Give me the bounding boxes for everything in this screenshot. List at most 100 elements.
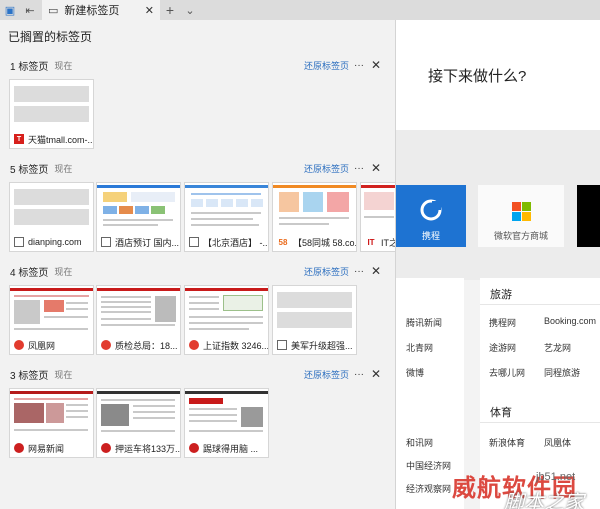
thumbnail-image	[97, 389, 180, 438]
more-options-icon[interactable]: ···	[354, 60, 364, 71]
link[interactable]: 微博	[406, 366, 424, 379]
link[interactable]: 腾讯新闻	[406, 316, 442, 329]
panel-title: 已搁置的标签页	[8, 30, 93, 44]
tab-thumbnail[interactable]: 美军升级超强...	[272, 285, 357, 355]
tab-thumbnail[interactable]: 58 【58同城 58.co...	[272, 182, 357, 252]
tab-title: 新建标签页	[64, 5, 120, 17]
tab-thumbnail[interactable]: dianping.com	[9, 182, 94, 252]
thumbnail-image	[185, 389, 268, 438]
thumbnail-image	[185, 286, 268, 335]
ifeng-icon	[14, 340, 24, 350]
tab-thumbnail[interactable]: 酒店预订 国内...	[96, 182, 181, 252]
thumbnail-caption: 58 【58同城 58.co...	[273, 233, 356, 251]
watermark-url: jb51.net	[536, 471, 576, 483]
microsoft-logo-icon	[511, 202, 531, 221]
tab-thumbnail[interactable]: 网易新闻	[9, 388, 94, 458]
link[interactable]: 北青网	[406, 341, 433, 354]
ifeng-icon	[189, 340, 199, 350]
ifeng-icon	[101, 340, 111, 350]
thumbnail-caption: 凤凰网	[10, 336, 93, 354]
thumbnail-image	[273, 183, 356, 232]
restore-tabs-link[interactable]: 还原标签页	[304, 265, 349, 278]
tab-title: 天猫tmall.com-...	[28, 134, 93, 145]
ithome-icon: IT	[365, 237, 377, 247]
link[interactable]: 去哪儿网	[489, 366, 525, 379]
link[interactable]: 途游网	[489, 341, 516, 354]
page-icon	[14, 237, 24, 247]
tile-microsoft-store[interactable]: 微软官方商城	[478, 185, 564, 247]
thumbnail-caption: 美军升级超强...	[273, 336, 356, 354]
more-options-icon[interactable]: ···	[354, 163, 364, 174]
thumbnail-caption: 押运车将133万...	[97, 439, 180, 457]
tab-thumbnail[interactable]: 【北京酒店】 -...	[184, 182, 269, 252]
tab-title: 【北京酒店】 -...	[203, 237, 268, 248]
tab-thumbnail[interactable]: T 天猫tmall.com-...	[9, 79, 94, 149]
tab-title: dianping.com	[28, 237, 82, 247]
thumbnail-image	[185, 183, 268, 232]
close-icon[interactable]: ✕	[371, 264, 381, 278]
link[interactable]: 同程旅游	[544, 366, 580, 379]
close-icon[interactable]: ✕	[371, 58, 381, 72]
tab-list-chevron-down-icon[interactable]: ⌄	[180, 0, 200, 20]
tabs-aside-icon[interactable]: ▣	[0, 0, 20, 20]
link[interactable]: Booking.com	[544, 316, 596, 326]
restore-tabs-link[interactable]: 还原标签页	[304, 368, 349, 381]
thumbnail-image	[10, 80, 93, 129]
tab-title: 踢球得用脑 ...	[203, 443, 259, 454]
new-tab-page: 接下来做什么? 携程 微软官方商城 腾讯新闻 北青网 微博 旅游 携程网 Boo…	[396, 20, 600, 509]
restore-tabs-link[interactable]: 还原标签页	[304, 59, 349, 72]
divider	[480, 304, 600, 305]
tab-title: 美军升级超强...	[291, 340, 353, 351]
link[interactable]: 和讯网	[406, 436, 433, 449]
tab-title: 网易新闻	[28, 443, 65, 454]
tile-label: 微软官方商城	[493, 231, 548, 241]
tab-thumbnail[interactable]: 踢球得用脑 ...	[184, 388, 269, 458]
tab-thumbnail[interactable]: IT IT之家	[360, 182, 395, 252]
tile-dark[interactable]	[577, 185, 600, 247]
tab-close-icon[interactable]: ✕	[145, 4, 154, 17]
link[interactable]: 经济观察网	[406, 482, 451, 495]
link[interactable]: 携程网	[489, 316, 516, 329]
ctrip-logo-icon	[420, 199, 442, 221]
more-options-icon[interactable]: ···	[354, 369, 364, 380]
tile-label: 携程	[421, 231, 440, 241]
restore-tabs-link[interactable]: 还原标签页	[304, 162, 349, 175]
tab-page-icon: ▭	[48, 4, 59, 17]
netease-icon	[189, 443, 199, 453]
tab-thumbnail[interactable]: 凤凰网	[9, 285, 94, 355]
tab-thumbnail[interactable]: 押运车将133万...	[96, 388, 181, 458]
close-icon[interactable]: ✕	[371, 367, 381, 381]
link[interactable]: 新浪体育	[489, 436, 525, 449]
tab-thumbnail[interactable]: 上证指数 3246...	[184, 285, 269, 355]
tab-new-tab[interactable]: ▭ 新建标签页 ✕	[42, 0, 160, 20]
set-tabs-aside-icon[interactable]: ⇤	[20, 0, 40, 20]
thumbnail-caption: 质检总局：18...	[97, 336, 180, 354]
link[interactable]: 中国经济网	[406, 459, 451, 472]
thumbnail-image	[97, 286, 180, 335]
tmall-icon: T	[14, 134, 24, 144]
link[interactable]: 艺龙网	[544, 341, 571, 354]
thumbnail-image	[97, 183, 180, 232]
more-options-icon[interactable]: ···	[354, 266, 364, 277]
new-tab-icon[interactable]: +	[160, 0, 180, 20]
group-count: 1 标签页	[10, 61, 49, 73]
thumbnail-caption: 踢球得用脑 ...	[185, 439, 268, 457]
tab-thumbnail[interactable]: 质检总局：18...	[96, 285, 181, 355]
tab-title: 质检总局：18...	[115, 340, 178, 351]
thumbnail-caption: 【北京酒店】 -...	[185, 233, 268, 251]
link[interactable]: 凤凰体	[544, 436, 571, 449]
netease-icon	[14, 443, 24, 453]
tile-ctrip[interactable]: 携程	[396, 185, 466, 247]
group-count: 3 标签页	[10, 370, 49, 382]
thumbnail-caption: T 天猫tmall.com-...	[10, 130, 93, 148]
thumbnail-caption: 酒店预订 国内...	[97, 233, 180, 251]
thumbnail-image	[10, 389, 93, 438]
card-heading: 旅游	[490, 289, 512, 301]
divider	[480, 422, 600, 423]
card-heading: 体育	[490, 407, 512, 419]
close-icon[interactable]: ✕	[371, 161, 381, 175]
news-card: 腾讯新闻 北青网 微博	[396, 278, 464, 400]
new-tab-heading: 接下来做什么?	[428, 68, 527, 85]
netease-icon	[101, 443, 111, 453]
thumbnail-caption: 网易新闻	[10, 439, 93, 457]
